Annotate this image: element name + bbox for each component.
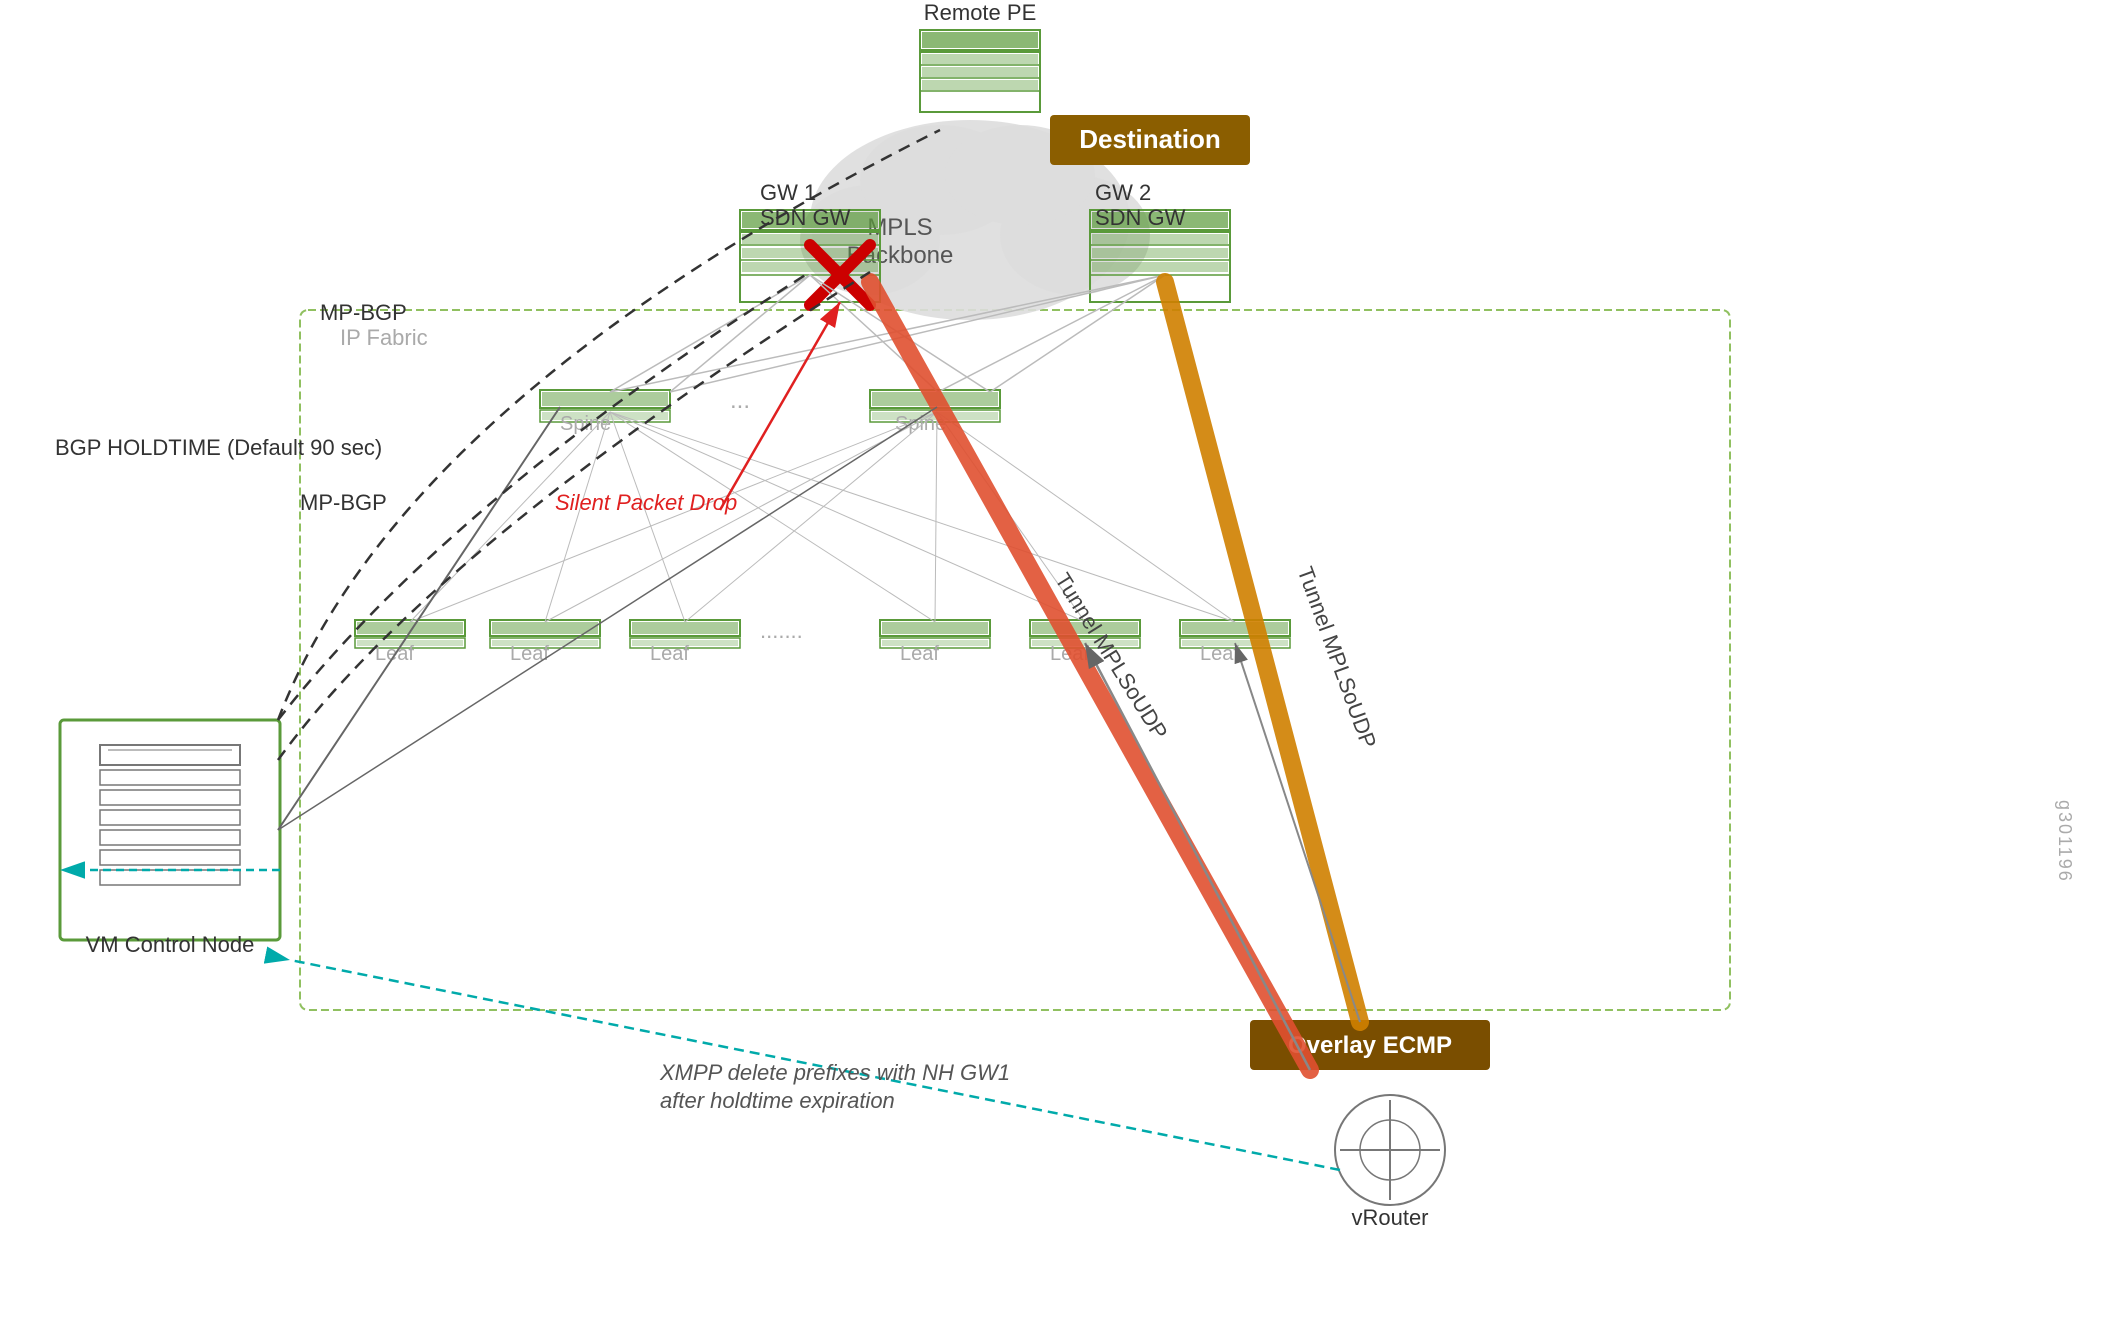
svg-text:Leaf: Leaf (900, 643, 939, 665)
svg-text:Remote PE: Remote PE (924, 0, 1037, 25)
svg-text:BGP HOLDTIME (Default 90 sec): BGP HOLDTIME (Default 90 sec) (55, 435, 382, 460)
svg-text:SDN GW: SDN GW (1095, 205, 1186, 230)
svg-text:VM Control Node: VM Control Node (86, 932, 255, 957)
svg-text:Leaf: Leaf (1200, 643, 1239, 665)
svg-text:Silent Packet Drop: Silent Packet Drop (555, 490, 737, 515)
svg-text:g301196: g301196 (2055, 800, 2075, 883)
svg-text:vRouter: vRouter (1351, 1205, 1428, 1230)
svg-text:.......: ....... (760, 618, 803, 643)
svg-text:Leaf: Leaf (650, 643, 689, 665)
svg-text:GW 2: GW 2 (1095, 180, 1151, 205)
svg-text:MP-BGP: MP-BGP (300, 490, 387, 515)
svg-text:SDN GW: SDN GW (760, 205, 851, 230)
svg-text:GW 1: GW 1 (760, 180, 816, 205)
svg-text:Destination: Destination (1079, 124, 1221, 154)
svg-text:IP Fabric: IP Fabric (340, 325, 428, 350)
svg-text:Overlay ECMP: Overlay ECMP (1288, 1032, 1452, 1059)
svg-text:Leaf: Leaf (510, 643, 549, 665)
svg-text:...: ... (730, 387, 750, 414)
svg-text:MP-BGP: MP-BGP (320, 300, 407, 325)
svg-text:XMPP delete prefixes with NH G: XMPP delete prefixes with NH GW1 (659, 1060, 1010, 1085)
svg-text:Tunnel MPLSoUDP: Tunnel MPLSoUDP (1293, 563, 1382, 751)
svg-text:after holdtime expiration: after holdtime expiration (660, 1088, 895, 1113)
